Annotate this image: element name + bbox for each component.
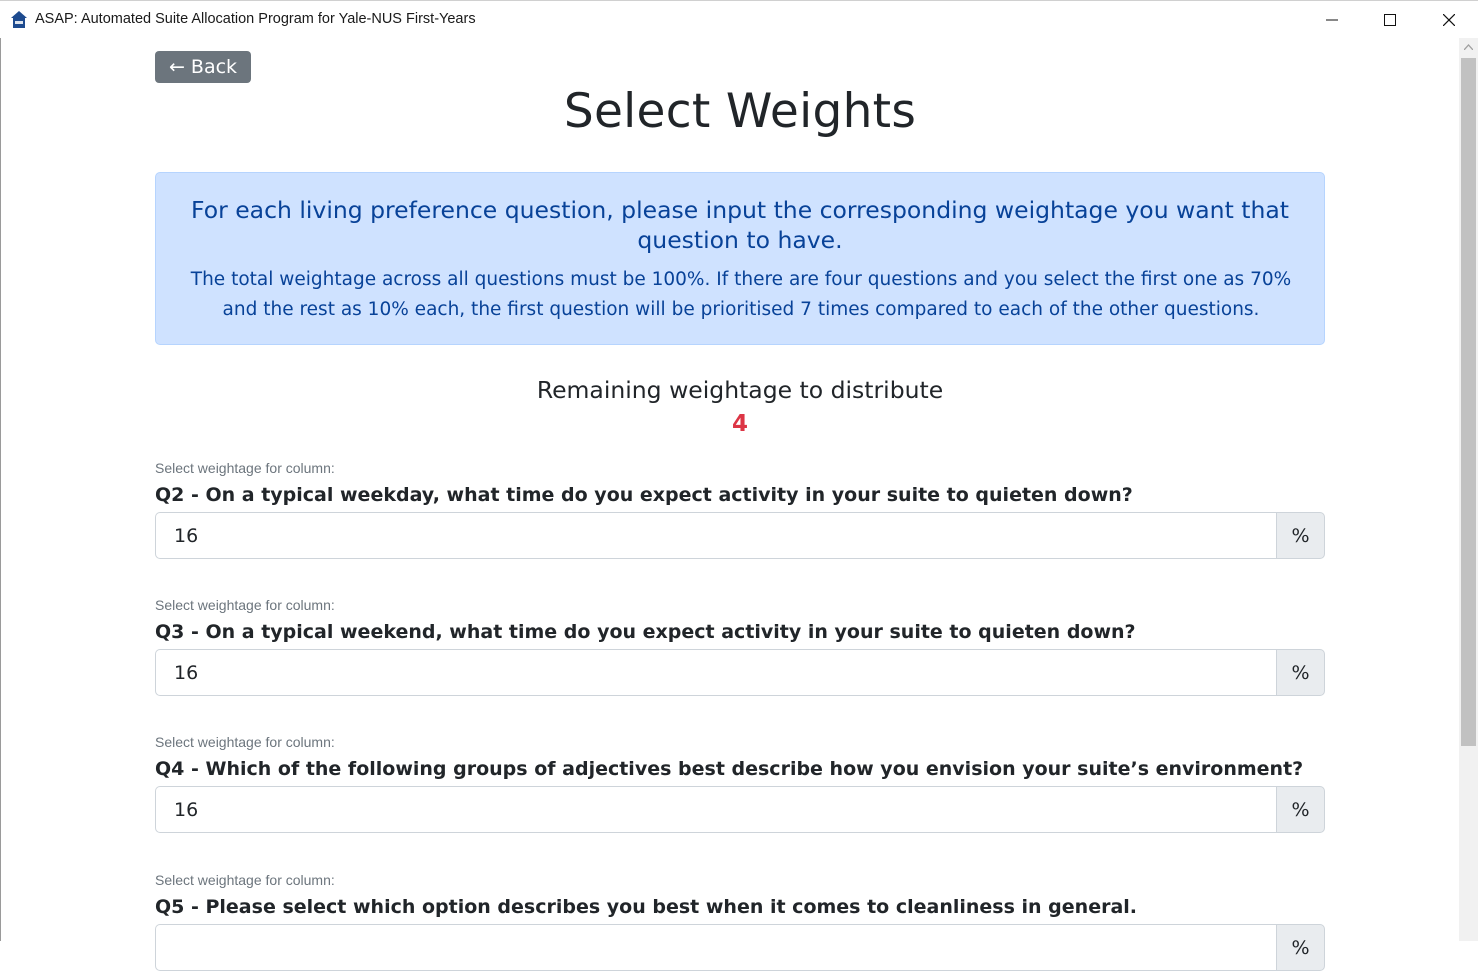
remaining-weightage-label: Remaining weightage to distribute (536, 376, 944, 404)
weight-input-group: % (155, 924, 1325, 971)
weight-caption: Select weightage for column: (155, 734, 335, 750)
weight-input-q5[interactable] (155, 924, 1277, 971)
page-title: Select Weights (563, 84, 917, 139)
percent-suffix: % (1276, 786, 1325, 833)
minimize-button[interactable] (1303, 1, 1361, 39)
alert-lead-text: For each living preference question, ple… (191, 196, 1289, 254)
percent-suffix: % (1276, 512, 1325, 559)
weight-input-q3[interactable] (155, 649, 1277, 696)
title-bar: ASAP: Automated Suite Allocation Program… (0, 0, 1478, 38)
weight-input-group: % (155, 649, 1325, 696)
maximize-icon (1384, 14, 1396, 26)
weight-input-q4[interactable] (155, 786, 1277, 833)
vertical-scrollbar[interactable] (1459, 38, 1478, 941)
scrollbar-thumb[interactable] (1461, 58, 1476, 746)
weight-caption: Select weightage for column: (155, 597, 335, 613)
weight-input-q2[interactable] (155, 512, 1277, 559)
percent-suffix: % (1276, 924, 1325, 971)
weight-input-group: % (155, 512, 1325, 559)
chevron-up-icon (1464, 44, 1473, 50)
weight-question: Q5 - Please select which option describe… (155, 896, 1138, 918)
weight-caption: Select weightage for column: (155, 460, 335, 476)
house-icon (11, 11, 27, 28)
percent-suffix: % (1276, 649, 1325, 696)
scroll-up-button[interactable] (1459, 38, 1478, 56)
back-button[interactable]: ← Back (155, 51, 251, 83)
info-alert: For each living preference question, ple… (155, 172, 1325, 345)
close-icon (1443, 14, 1455, 26)
close-button[interactable] (1420, 1, 1478, 39)
weight-question: Q4 - Which of the following groups of ad… (155, 758, 1304, 780)
weight-question: Q2 - On a typical weekday, what time do … (155, 484, 1133, 506)
minimize-icon (1326, 19, 1338, 21)
weight-caption: Select weightage for column: (155, 872, 335, 888)
alert-body-text: The total weightage across all questions… (190, 269, 1292, 320)
remaining-weightage-value: 4 (731, 411, 748, 437)
maximize-button[interactable] (1361, 1, 1419, 39)
window-title: ASAP: Automated Suite Allocation Program… (35, 11, 476, 27)
weight-question: Q3 - On a typical weekend, what time do … (155, 621, 1136, 643)
window-border (0, 0, 1, 941)
weight-input-group: % (155, 786, 1325, 833)
